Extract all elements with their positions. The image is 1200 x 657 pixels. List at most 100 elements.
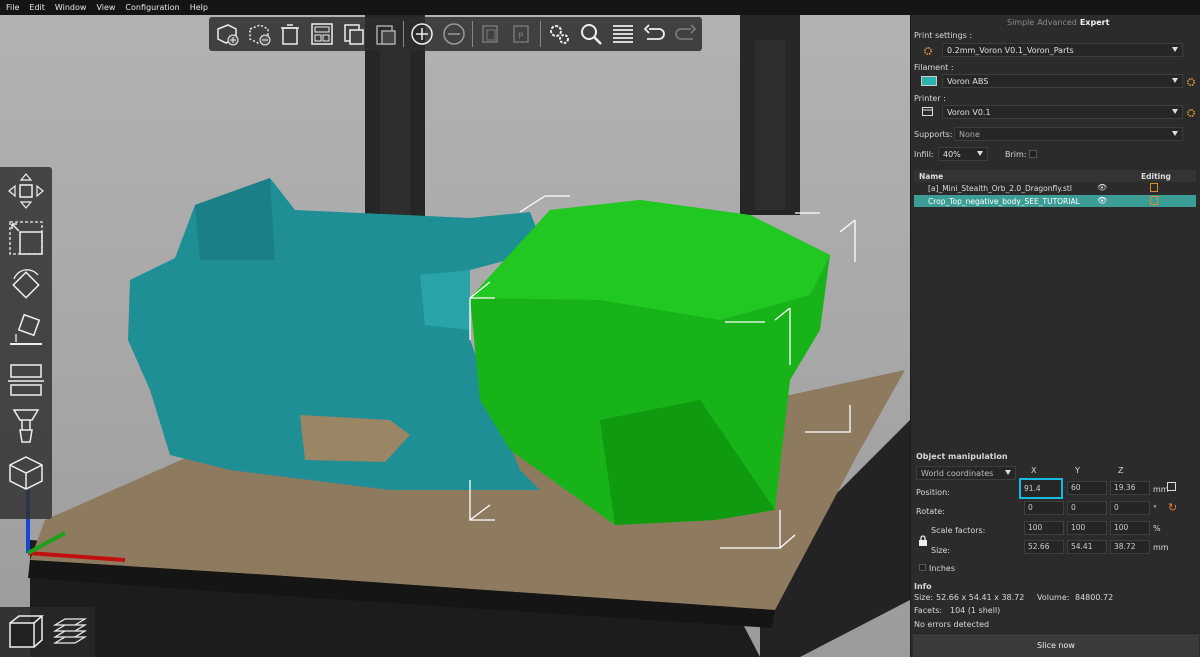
printer-select[interactable]: Voron V0.1 — [942, 105, 1183, 119]
chevron-down-icon — [1172, 78, 1178, 83]
rotate-icon[interactable] — [0, 261, 52, 308]
object-list-header: Name Editing — [914, 170, 1196, 182]
supports-label: Supports: — [914, 130, 953, 139]
scale-icon[interactable] — [0, 214, 52, 261]
arrange-icon[interactable] — [306, 18, 338, 50]
top-toolbar: P — [209, 17, 702, 51]
object-list-item[interactable]: [a]_Mini_Stealth_Orb_2.0_Dragonfly.stl 👁 — [914, 182, 1196, 194]
tab-advanced[interactable]: Advanced — [1037, 18, 1077, 27]
menu-window[interactable]: Window — [55, 3, 87, 12]
object-name: [a]_Mini_Stealth_Orb_2.0_Dragonfly.stl — [928, 184, 1072, 193]
scale-unit: % — [1153, 524, 1161, 533]
remove-instance-icon[interactable] — [438, 18, 470, 50]
preview-layers-icon[interactable] — [48, 610, 92, 654]
printer-value: Voron V0.1 — [947, 107, 991, 117]
toolbar-separator — [540, 21, 542, 47]
size-z-input[interactable]: 38.72 — [1110, 540, 1150, 554]
scale-factors-label: Scale factors: — [931, 526, 986, 535]
coordinate-mode-value: World coordinates — [921, 468, 994, 478]
coordinate-mode-select[interactable]: World coordinates — [916, 466, 1016, 480]
printer-settings-gear-icon[interactable] — [1186, 108, 1196, 118]
print-settings-select[interactable]: 0.2mm_Voron V0.1_Voron_Parts — [942, 43, 1183, 57]
3d-view-icon[interactable] — [4, 610, 48, 654]
axis-y-label: Y — [1075, 466, 1080, 475]
app-window: File Edit Window View Configuration Help — [0, 0, 1200, 657]
view-mode-switch — [0, 607, 95, 657]
rotate-z-input[interactable]: 0 — [1110, 501, 1150, 515]
edit-settings-icon[interactable] — [1150, 183, 1158, 192]
print-settings-gear-icon — [923, 46, 933, 56]
print-settings-label: Print settings : — [914, 31, 973, 40]
rotate-x-input[interactable]: 0 — [1024, 501, 1064, 515]
brim-label: Brim: — [1005, 150, 1027, 159]
toolbar-separator — [403, 21, 405, 47]
position-y-input[interactable]: 60 — [1067, 481, 1107, 495]
info-size-label: Size: — [914, 593, 934, 602]
menu-configuration[interactable]: Configuration — [125, 3, 179, 12]
sidebar-panel: Simple Advanced Expert Print settings : … — [910, 15, 1200, 657]
lock-icon[interactable] — [918, 535, 928, 547]
copy-icon[interactable] — [338, 18, 370, 50]
place-on-face-icon[interactable] — [0, 308, 52, 355]
menu-view[interactable]: View — [96, 3, 115, 12]
scale-z-input[interactable]: 100 — [1110, 521, 1150, 535]
support-paint-icon[interactable] — [0, 402, 52, 449]
svg-text:P: P — [518, 32, 524, 42]
menu-help[interactable]: Help — [190, 3, 208, 12]
filament-settings-gear-icon[interactable] — [1186, 77, 1196, 87]
layer-editing-icon[interactable] — [543, 18, 575, 50]
brim-checkbox[interactable] — [1029, 150, 1037, 158]
size-y-input[interactable]: 54.41 — [1067, 540, 1107, 554]
printer-label: Printer : — [914, 94, 946, 103]
add-instance-icon[interactable] — [406, 18, 438, 50]
rotate-unit: ° — [1153, 504, 1157, 513]
infill-select[interactable]: 40% — [938, 147, 988, 161]
supports-select[interactable]: None — [954, 127, 1183, 141]
info-facets-label: Facets: — [914, 606, 943, 615]
column-editing: Editing — [1141, 172, 1171, 181]
position-z-input[interactable]: 19.36 — [1110, 481, 1150, 495]
scale-y-input[interactable]: 100 — [1067, 521, 1107, 535]
redo-icon[interactable] — [670, 18, 702, 50]
3d-viewport[interactable]: P — [0, 15, 910, 657]
scale-x-input[interactable]: 100 — [1024, 521, 1064, 535]
move-icon[interactable] — [0, 167, 52, 214]
rotate-y-input[interactable]: 0 — [1067, 501, 1107, 515]
menu-file[interactable]: File — [6, 3, 19, 12]
infill-value: 40% — [943, 149, 961, 159]
left-gizmo-toolbar — [0, 167, 52, 519]
tab-simple[interactable]: Simple — [1007, 18, 1034, 27]
variable-layer-icon[interactable] — [607, 18, 639, 50]
3d-scene[interactable] — [0, 15, 910, 657]
inches-checkbox[interactable] — [919, 564, 926, 571]
object-manipulation-title: Object manipulation — [916, 452, 1008, 461]
supports-value: None — [959, 129, 980, 139]
eye-icon[interactable]: 👁 — [1097, 183, 1107, 192]
filament-label: Filament : — [914, 63, 954, 72]
search-icon[interactable] — [575, 18, 607, 50]
edit-settings-icon[interactable] — [1150, 196, 1158, 205]
cut-icon[interactable] — [0, 355, 52, 402]
delete-all-icon[interactable] — [274, 18, 306, 50]
delete-icon[interactable] — [243, 18, 275, 50]
split-parts-icon[interactable]: P — [507, 18, 539, 50]
position-label: Position: — [916, 488, 950, 497]
paste-icon[interactable] — [370, 18, 402, 50]
size-x-input[interactable]: 52.66 — [1024, 540, 1064, 554]
eye-icon[interactable]: 👁 — [1097, 196, 1107, 205]
object-list-item-selected[interactable]: Crop_Top_negative_body_SEE_TUTORIAL 👁 — [914, 195, 1196, 207]
split-objects-icon[interactable] — [475, 18, 507, 50]
tab-expert[interactable]: Expert — [1080, 18, 1110, 27]
filament-color-swatch[interactable] — [921, 76, 937, 86]
add-icon[interactable] — [211, 18, 243, 50]
drop-to-bed-icon[interactable] — [1167, 482, 1176, 491]
menu-edit[interactable]: Edit — [29, 3, 45, 12]
reset-rotation-icon[interactable]: ↻ — [1168, 501, 1177, 514]
position-x-input[interactable]: 91.4 — [1019, 478, 1063, 499]
slice-now-button[interactable]: Slice now — [913, 633, 1199, 657]
chevron-down-icon — [977, 151, 983, 156]
info-size-value: 52.66 x 54.41 x 38.72 — [936, 593, 1025, 602]
filament-select[interactable]: Voron ABS — [942, 74, 1183, 88]
undo-icon[interactable] — [638, 18, 670, 50]
seam-paint-icon[interactable] — [0, 449, 52, 496]
